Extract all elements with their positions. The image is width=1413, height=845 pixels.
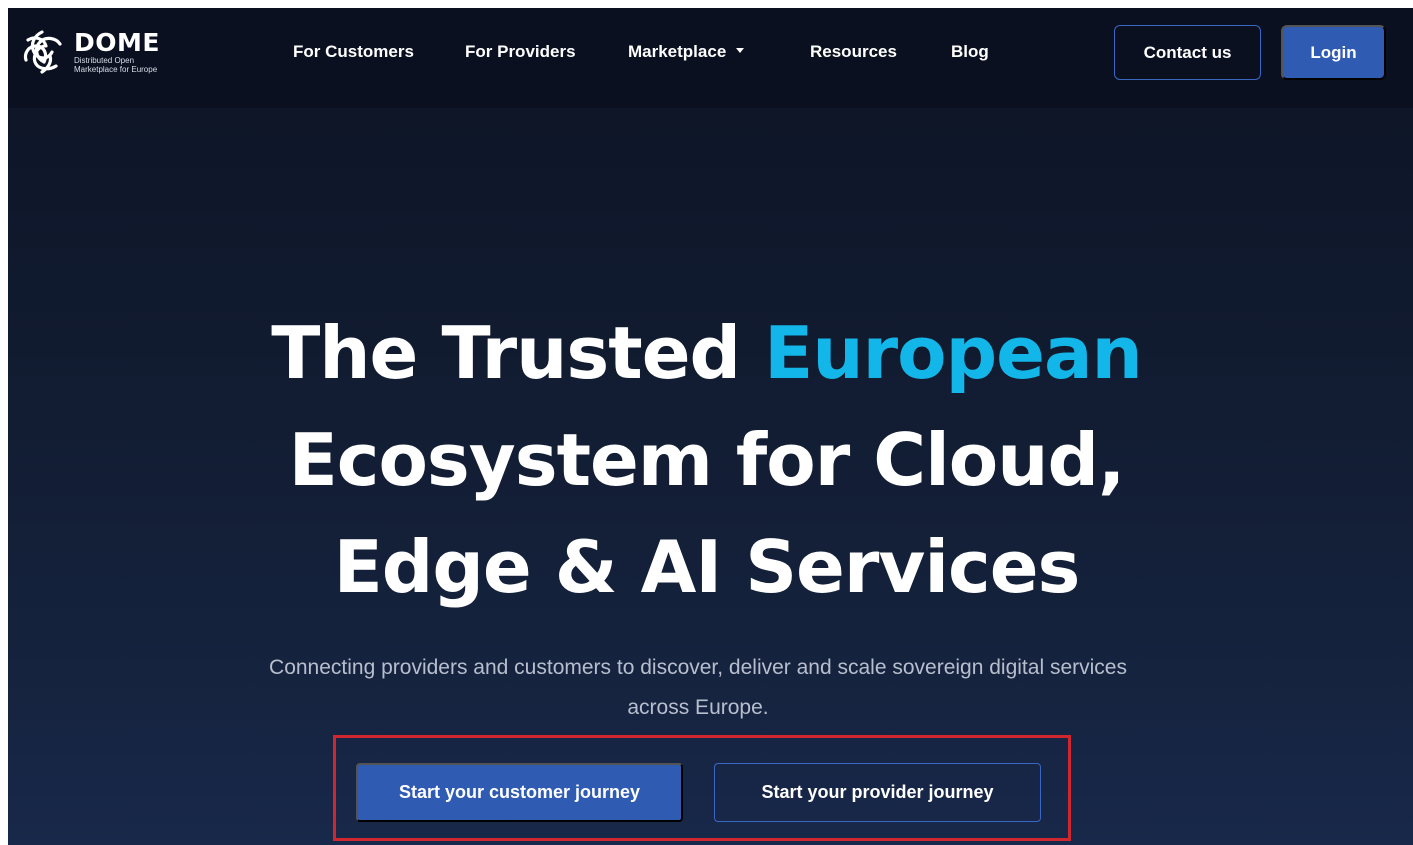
nav-resources[interactable]: Resources — [810, 42, 897, 62]
brand-tagline-line2: Marketplace for Europe — [74, 65, 158, 74]
top-navbar: DOME Distributed Open Marketplace for Eu… — [8, 8, 1413, 108]
start-customer-journey-button[interactable]: Start your customer journey — [356, 763, 683, 822]
login-button[interactable]: Login — [1281, 25, 1386, 80]
brand-text: DOME Distributed Open Marketplace for Eu… — [74, 28, 160, 75]
hero-subtitle: Connecting providers and customers to di… — [269, 656, 1127, 719]
start-provider-journey-button[interactable]: Start your provider journey — [714, 763, 1041, 822]
nav-blog[interactable]: Blog — [951, 42, 989, 62]
hero-title-accent: European — [764, 311, 1143, 395]
brand-tagline-line1: Distributed Open — [74, 56, 135, 65]
dome-logo-icon — [23, 30, 62, 74]
nav-marketplace-label: Marketplace — [628, 42, 727, 61]
nav-for-providers[interactable]: For Providers — [465, 42, 576, 62]
brand-logo[interactable]: DOME Distributed Open Marketplace for Eu… — [16, 26, 160, 78]
contact-us-button[interactable]: Contact us — [1114, 25, 1261, 80]
hero-title-part1: The Trusted — [271, 311, 741, 395]
hero-title-line2: Ecosystem for Cloud, — [288, 418, 1126, 502]
nav-marketplace[interactable]: Marketplace — [628, 42, 745, 62]
hero-title-line3: Edge & AI Services — [333, 525, 1081, 609]
page: DOME Distributed Open Marketplace for Eu… — [8, 8, 1413, 845]
nav-for-customers[interactable]: For Customers — [293, 42, 414, 62]
caret-down-icon — [736, 48, 745, 54]
brand-name: DOME — [74, 28, 160, 57]
hero-title: The Trusted European Ecosystem for Cloud… — [8, 300, 1405, 621]
